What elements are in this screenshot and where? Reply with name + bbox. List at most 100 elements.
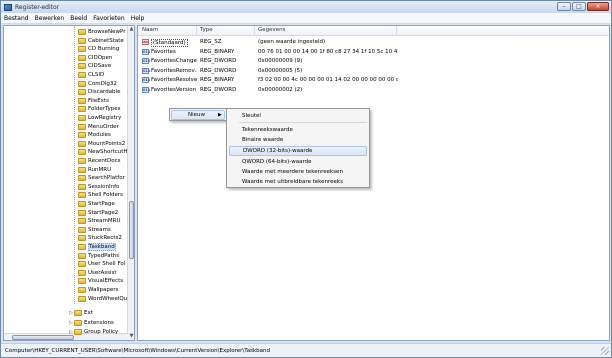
tree-item[interactable]: Wallpapers <box>78 286 118 294</box>
registry-key-tree[interactable]: ▲ ▼ BrowseNewPr CabinetState CD Burning CID… <box>3 25 135 341</box>
tree-item[interactable]: CD Burning <box>78 45 119 53</box>
scroll-down-arrow-icon[interactable]: ▼ <box>128 333 134 340</box>
submenu-item[interactable]: Binaire waarde <box>229 135 367 145</box>
menu-bewerken[interactable]: Bewerken <box>32 15 68 22</box>
tree-item[interactable]: RecentDocs <box>78 157 121 165</box>
tree-item[interactable]: LowRegistry <box>78 114 121 122</box>
value-row[interactable]: 011 FavoritesRemov... REG_DWORD 0x00000005 … <box>138 67 609 76</box>
registry-editor-window: Register-editor – □ ✕ Bestand Bewerken B… <box>0 0 612 358</box>
value-data: f3 02 00 00 4c 00 00 00 01 14 02 00 00 0… <box>258 77 398 83</box>
column-divider[interactable] <box>396 26 397 36</box>
value-row[interactable]: ab (Standaard) REG_SZ (geen waarde ingestel… <box>138 38 609 47</box>
tree-item[interactable]: SessionInfo <box>78 183 119 191</box>
tree-item[interactable]: StreamMRU <box>78 217 121 225</box>
tree-item[interactable]: ComDlg32 <box>78 80 117 88</box>
tree-item[interactable]: ▷ Group Policy <box>68 328 118 336</box>
tree-hscroll-thumb[interactable] <box>12 335 74 340</box>
tree-item[interactable]: ▷ Extensions <box>68 319 114 327</box>
minimize-button[interactable]: – <box>557 2 571 11</box>
value-data: 0x00000002 (2) <box>258 86 303 93</box>
tree-item[interactable]: FileExts <box>78 97 109 105</box>
tree-item[interactable]: VisualEffects <box>78 277 123 285</box>
tree-item[interactable]: SearchPlatfor <box>78 174 125 182</box>
tree-item[interactable]: CIDOpen <box>78 54 112 62</box>
tree-item-label: CLSID <box>88 72 105 78</box>
tree-item[interactable]: User Shell Fol <box>78 260 125 268</box>
binary-value-icon: 011 <box>142 86 151 93</box>
tree-item-label: TypedPaths <box>88 252 120 259</box>
tree-item[interactable]: Taskband <box>78 243 116 251</box>
tree-vertical-scrollbar[interactable]: ▲ ▼ <box>127 26 134 340</box>
menu-beeld[interactable]: Beeld <box>67 15 90 22</box>
tree-item[interactable]: NewShortcutH <box>78 148 128 156</box>
binary-value-icon: 011 <box>142 48 151 55</box>
submenu-item-label: Waarde met meerdere tekenreeksen <box>242 169 343 175</box>
submenu-item-label: Binaire waarde <box>242 137 284 143</box>
value-type: REG_DWORD <box>200 67 237 74</box>
menu-bar: Bestand Bewerken Beeld Favorieten Help <box>1 13 611 24</box>
tree-item-label: Discardable <box>88 89 121 96</box>
value-row[interactable]: 011 FavoritesVersion REG_DWORD 0x00000002 (… <box>138 86 609 95</box>
menu-item-nieuw[interactable]: Nieuw ▶ <box>171 110 225 120</box>
tree-item[interactable]: Streams <box>78 226 111 234</box>
menu-separator <box>239 122 367 123</box>
column-header-name[interactable]: Naam <box>142 27 158 33</box>
registry-values-list[interactable]: Naam Type Gegevens ab (Standaard) REG_SZ (g… <box>137 25 610 341</box>
folder-icon <box>78 158 86 164</box>
submenu-arrow-icon: ▶ <box>218 112 222 118</box>
submenu-item[interactable]: Waarde met uitbreidbare tekenreeks <box>229 177 367 187</box>
tree-scroll-thumb[interactable] <box>129 201 134 259</box>
tree-item[interactable]: StartPage <box>78 200 115 208</box>
menu-help[interactable]: Help <box>128 15 148 22</box>
tree-item[interactable]: Shell Folders <box>78 191 123 199</box>
tree-item[interactable]: ▷ Ext <box>68 309 93 317</box>
tree-item[interactable]: MountPoints2 <box>78 140 125 148</box>
submenu-item[interactable]: Tekenreekswaarde <box>229 125 367 135</box>
tree-item[interactable]: FolderTypes <box>78 105 121 113</box>
tree-item[interactable]: CIDSave <box>78 62 111 70</box>
tree-item[interactable]: WordWheelQu <box>78 295 127 303</box>
tree-item-label: Ext <box>84 310 93 316</box>
tree-item[interactable]: CLSID <box>78 71 104 79</box>
tree-item-label: Group Policy <box>84 329 119 335</box>
column-divider[interactable] <box>196 26 197 36</box>
close-button[interactable]: ✕ <box>587 2 609 11</box>
window-controls: – □ ✕ <box>556 2 609 11</box>
maximize-button[interactable]: □ <box>572 2 586 11</box>
tree-item[interactable]: CabinetState <box>78 37 124 45</box>
tree-item[interactable]: StuckRects2 <box>78 234 122 242</box>
value-row[interactable]: 011 Favorites REG_BINARY 00 76 01 00 00 14 … <box>138 48 609 57</box>
value-row[interactable]: 011 FavoritesResolve REG_BINARY f3 02 00 00… <box>138 76 609 85</box>
folder-icon <box>74 319 82 326</box>
submenu-item[interactable]: DWORD (32-bits)-waarde <box>229 146 367 156</box>
tree-item-label: NewShortcutH <box>88 149 128 156</box>
submenu-item[interactable]: Sleutel <box>229 111 367 121</box>
menu-favorieten[interactable]: Favorieten <box>90 15 127 22</box>
tree-item[interactable]: MenuOrder <box>78 123 119 131</box>
resize-grip-icon[interactable] <box>601 347 609 355</box>
folder-icon <box>78 201 86 207</box>
column-divider[interactable] <box>254 26 255 36</box>
menu-bestand[interactable]: Bestand <box>1 15 32 22</box>
tree-item[interactable]: Modules <box>78 131 111 139</box>
title-bar[interactable]: Register-editor – □ ✕ <box>1 1 611 13</box>
column-header-type[interactable]: Type <box>200 27 213 33</box>
tree-item[interactable]: TypedPaths <box>78 252 119 260</box>
tree-item-label: MenuOrder <box>88 123 119 130</box>
tree-item-label: Shell Folders <box>88 192 124 199</box>
tree-item-label: StartPage2 <box>88 209 119 216</box>
submenu-item[interactable]: QWORD (64-bits)-waarde <box>229 157 367 167</box>
submenu-item[interactable]: Waarde met meerdere tekenreeksen <box>229 167 367 177</box>
tree-item-label: Extensions <box>84 319 114 326</box>
tree-item[interactable]: UserAssist <box>78 269 117 277</box>
value-data: 0x00000005 (5) <box>258 67 303 74</box>
value-name: (Standaard) <box>151 39 188 47</box>
tree-item-label: FileExts <box>88 97 109 104</box>
tree-item[interactable]: StartPage2 <box>78 209 118 217</box>
scroll-up-arrow-icon[interactable]: ▲ <box>128 26 134 33</box>
tree-item[interactable]: BrowseNewPr <box>78 28 126 36</box>
column-header-data[interactable]: Gegevens <box>258 27 286 33</box>
tree-item[interactable]: RunMRU <box>78 166 111 174</box>
tree-item[interactable]: Discardable <box>78 88 120 96</box>
value-row[interactable]: 011 FavoritesChanges REG_DWORD 0x00000009 (… <box>138 57 609 66</box>
